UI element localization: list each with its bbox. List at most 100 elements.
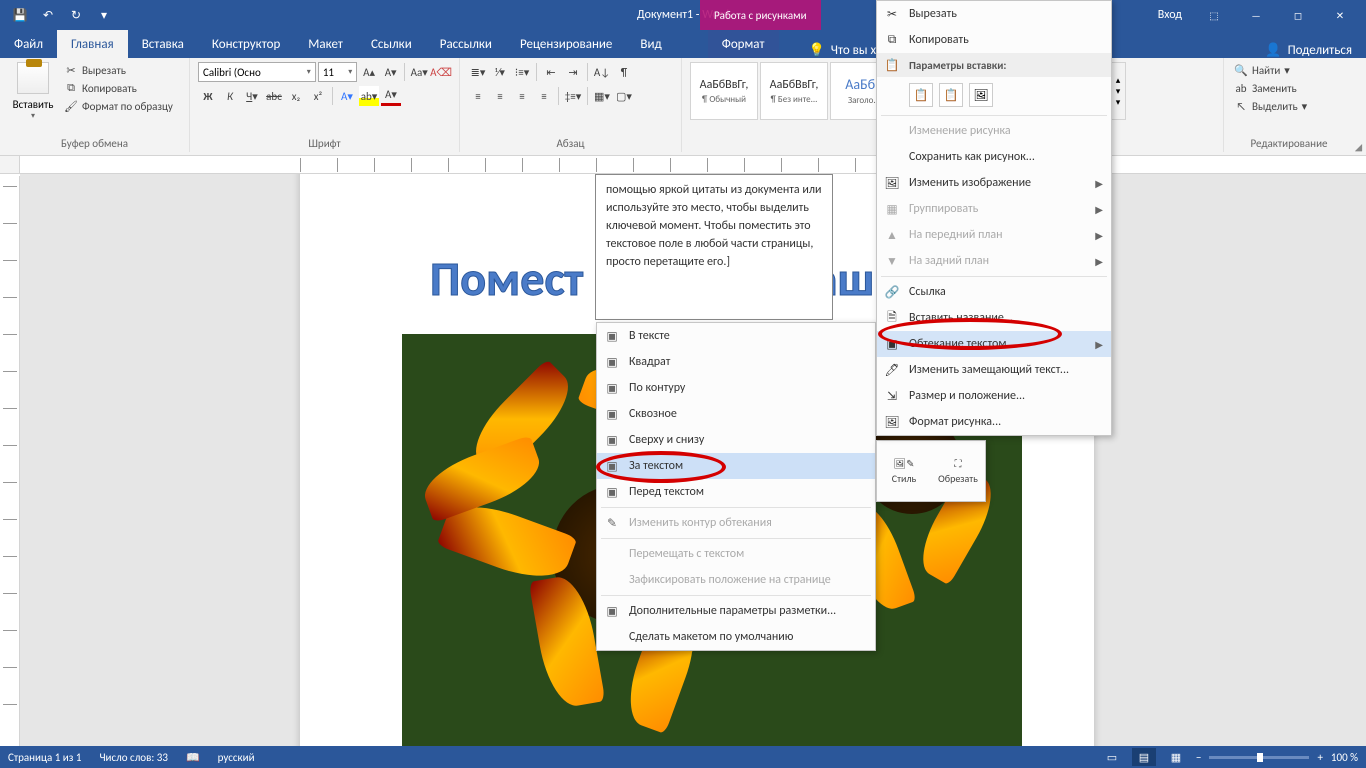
- customize-qat-icon[interactable]: ▾: [92, 3, 116, 27]
- tab-file[interactable]: Файл: [0, 30, 57, 58]
- spell-check-icon[interactable]: 📖: [186, 751, 200, 764]
- indent-icon[interactable]: ⇥: [563, 62, 583, 82]
- read-mode-icon[interactable]: ▭: [1100, 748, 1124, 766]
- format-painter-button[interactable]: 🖌Формат по образцу: [62, 98, 175, 114]
- tab-view[interactable]: Вид: [626, 30, 675, 58]
- ctx-size-position[interactable]: ⇲Размер и положение...: [877, 383, 1111, 409]
- shrink-font-icon[interactable]: A▾: [381, 62, 401, 82]
- underline-icon[interactable]: Ч▾: [242, 86, 262, 106]
- redo-icon[interactable]: ↻: [64, 3, 88, 27]
- select-button[interactable]: ↖Выделить ▾: [1232, 98, 1346, 114]
- find-button[interactable]: 🔍Найти ▾: [1232, 62, 1346, 78]
- ctx-format-picture[interactable]: 🖼Формат рисунка...: [877, 409, 1111, 435]
- ribbon: Вставить ▾ ✂Вырезать ⧉Копировать 🖌Формат…: [0, 58, 1366, 156]
- align-right-icon[interactable]: ≡: [512, 86, 532, 106]
- ctx-save-as-picture[interactable]: Сохранить как рисунок...: [877, 144, 1111, 170]
- web-layout-icon[interactable]: ▦: [1164, 748, 1188, 766]
- numbering-icon[interactable]: ⅟▾: [490, 62, 510, 82]
- bold-icon[interactable]: Ж: [198, 86, 218, 106]
- change-case-icon[interactable]: Aa▾: [409, 62, 429, 82]
- align-left-icon[interactable]: ≡: [468, 86, 488, 106]
- highlight-icon[interactable]: ab▾: [359, 86, 379, 106]
- zoom-level[interactable]: 100 %: [1331, 751, 1358, 764]
- horizontal-ruler[interactable]: [20, 156, 1366, 174]
- ctx-change-picture[interactable]: 🖼Изменить изображение▶: [877, 170, 1111, 196]
- copy-button[interactable]: ⧉Копировать: [62, 80, 175, 96]
- print-layout-icon[interactable]: ▤: [1132, 748, 1156, 766]
- tab-insert[interactable]: Вставка: [128, 30, 198, 58]
- undo-icon[interactable]: ↶: [36, 3, 60, 27]
- wrap-in-front[interactable]: ▣Перед текстом: [597, 479, 875, 505]
- justify-icon[interactable]: ≡: [534, 86, 554, 106]
- wrap-through[interactable]: ▣Сквозное: [597, 401, 875, 427]
- paste-keep-source[interactable]: 📋: [909, 83, 933, 107]
- font-color-icon[interactable]: A▾: [381, 86, 401, 106]
- tab-review[interactable]: Рецензирование: [506, 30, 626, 58]
- grow-font-icon[interactable]: A▴: [359, 62, 379, 82]
- clipboard-group-title: Буфер обмена: [8, 135, 181, 150]
- clear-format-icon[interactable]: A⌫: [431, 62, 451, 82]
- page-count[interactable]: Страница 1 из 1: [8, 751, 81, 764]
- set-default-layout[interactable]: Сделать макетом по умолчанию: [597, 624, 875, 650]
- style-nospacing[interactable]: АаБбВвГг,¶ Без инте...: [760, 62, 828, 120]
- ctx-wrap-text[interactable]: ▣Обтекание текстом▶: [877, 331, 1111, 357]
- style-normal[interactable]: АаБбВвГг,¶ Обычный: [690, 62, 758, 120]
- tab-format[interactable]: Формат: [708, 30, 779, 58]
- ctx-insert-caption[interactable]: 🗎Вставить название...: [877, 305, 1111, 331]
- share-button[interactable]: 👤 Поделиться: [1265, 43, 1352, 58]
- wrap-square[interactable]: ▣Квадрат: [597, 349, 875, 375]
- wrap-topbottom[interactable]: ▣Сверху и снизу: [597, 427, 875, 453]
- showmarks-icon[interactable]: ¶: [614, 62, 634, 82]
- login-button[interactable]: Вход: [1158, 8, 1182, 22]
- ctx-link[interactable]: 🔗Ссылка: [877, 279, 1111, 305]
- vertical-ruler[interactable]: [0, 176, 20, 746]
- word-count[interactable]: Число слов: 33: [99, 751, 168, 764]
- font-size-combo[interactable]: 11▾: [318, 62, 357, 82]
- bullets-icon[interactable]: ≣▾: [468, 62, 488, 82]
- styles-gallery-expand[interactable]: ▴▾▾: [1110, 62, 1126, 120]
- ctx-alt-text[interactable]: 🖊Изменить замещающий текст...: [877, 357, 1111, 383]
- outdent-icon[interactable]: ⇤: [541, 62, 561, 82]
- wrap-behind-text[interactable]: ▣За текстом: [597, 453, 875, 479]
- language-indicator[interactable]: русский: [218, 751, 255, 764]
- styles-launcher-icon[interactable]: ◢: [1355, 142, 1362, 153]
- italic-icon[interactable]: К: [220, 86, 240, 106]
- wrap-inline[interactable]: ▣В тексте: [597, 323, 875, 349]
- minimize-icon[interactable]: —: [1236, 0, 1276, 30]
- mini-style-button[interactable]: 🖼✎Стиль: [877, 441, 931, 501]
- tab-home[interactable]: Главная: [57, 30, 128, 58]
- sort-icon[interactable]: A↓: [592, 62, 612, 82]
- mini-crop-button[interactable]: ⛶Обрезать: [931, 441, 985, 501]
- paste-picture[interactable]: 🖼: [969, 83, 993, 107]
- tab-mailings[interactable]: Рассылки: [426, 30, 506, 58]
- paste-merge[interactable]: 📋: [939, 83, 963, 107]
- save-icon[interactable]: 💾: [8, 3, 32, 27]
- font-name-combo[interactable]: Calibri (Осно▾: [198, 62, 316, 82]
- zoom-in-icon[interactable]: +: [1317, 751, 1322, 764]
- ctx-copy[interactable]: ⧉Копировать: [877, 27, 1111, 53]
- superscript-icon[interactable]: x²: [308, 86, 328, 106]
- subscript-icon[interactable]: x₂: [286, 86, 306, 106]
- callout-textbox[interactable]: помощью яркой цитаты из документа или ис…: [595, 174, 833, 320]
- borders-icon[interactable]: ▢▾: [614, 86, 634, 106]
- line-spacing-icon[interactable]: ‡≡▾: [563, 86, 583, 106]
- zoom-out-icon[interactable]: −: [1196, 751, 1201, 764]
- shading-icon[interactable]: ▦▾: [592, 86, 612, 106]
- tab-design[interactable]: Конструктор: [198, 30, 294, 58]
- text-effects-icon[interactable]: A▾: [337, 86, 357, 106]
- wrap-tight[interactable]: ▣По контуру: [597, 375, 875, 401]
- zoom-slider[interactable]: [1209, 756, 1309, 759]
- tab-layout[interactable]: Макет: [294, 30, 357, 58]
- paste-button[interactable]: Вставить ▾: [8, 62, 58, 121]
- close-icon[interactable]: ✕: [1320, 0, 1360, 30]
- align-center-icon[interactable]: ≡: [490, 86, 510, 106]
- more-layout-options[interactable]: ▣Дополнительные параметры разметки...: [597, 598, 875, 624]
- replace-button[interactable]: abЗаменить: [1232, 80, 1346, 96]
- strike-icon[interactable]: abc: [264, 86, 284, 106]
- ctx-cut[interactable]: ✂Вырезать: [877, 1, 1111, 27]
- cut-button[interactable]: ✂Вырезать: [62, 62, 175, 78]
- maximize-icon[interactable]: ◻: [1278, 0, 1318, 30]
- ribbon-display-icon[interactable]: ⬚: [1194, 0, 1234, 30]
- tab-references[interactable]: Ссылки: [357, 30, 426, 58]
- multilevel-icon[interactable]: ⁝≡▾: [512, 62, 532, 82]
